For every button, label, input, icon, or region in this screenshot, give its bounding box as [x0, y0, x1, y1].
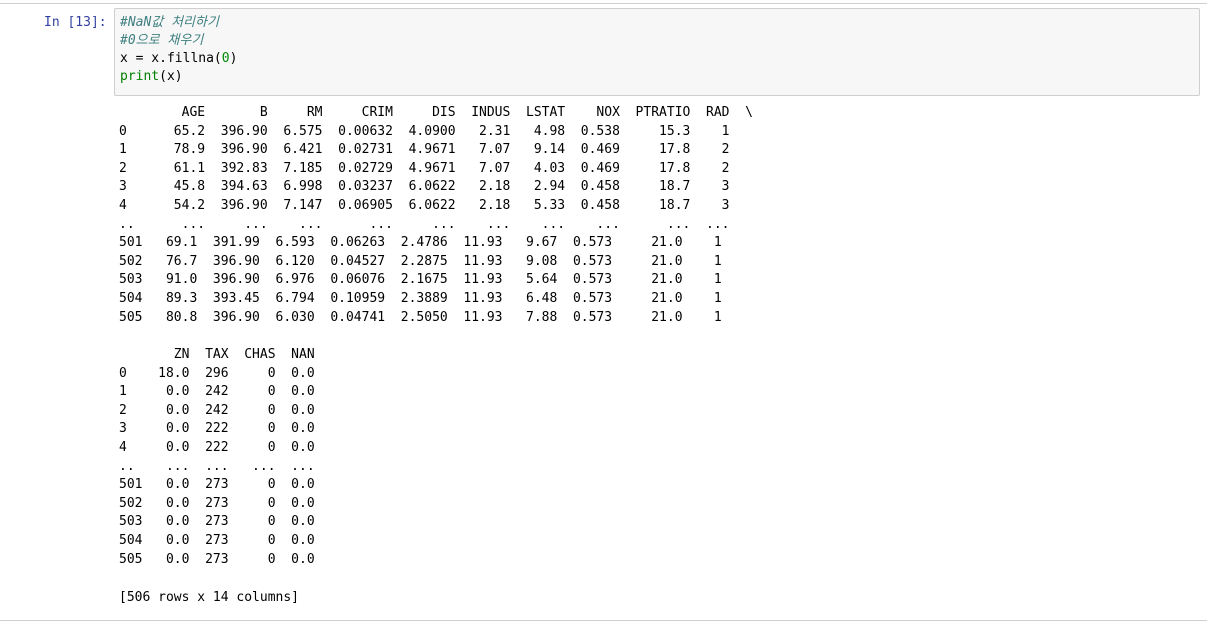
table-row: 2 61.1 392.83 7.185 0.02729 4.9671 7.07 … [119, 160, 730, 176]
table-row: 504 89.3 393.45 6.794 0.10959 2.3889 11.… [119, 291, 722, 306]
table-header: AGE B RM CRIM DIS INDUS LSTAT NOX PTRATI… [119, 105, 753, 120]
table-row: 502 76.7 396.90 6.120 0.04527 2.2875 11.… [119, 253, 722, 269]
table-header: ZN TAX CHAS NAN [119, 347, 315, 362]
code-text: x = x.fillna( [120, 51, 222, 66]
table-row: 505 0.0 273 0 0.0 [119, 551, 315, 567]
table-row: 503 91.0 396.90 6.976 0.06076 2.1675 11.… [119, 272, 722, 288]
table-row: 3 0.0 222 0 0.0 [119, 421, 315, 437]
table-row: 502 0.0 273 0 0.0 [119, 495, 315, 511]
table-row: 504 0.0 273 0 0.0 [119, 533, 315, 548]
table-row: 4 0.0 222 0 0.0 [119, 440, 315, 455]
table-row: 1 0.0 242 0 0.0 [119, 384, 315, 400]
table-row: 1 78.9 396.90 6.421 0.02731 4.9671 7.07 … [119, 142, 730, 158]
table-row: 501 69.1 391.99 6.593 0.06263 2.4786 11.… [119, 235, 722, 251]
table-row: 0 65.2 396.90 6.575 0.00632 4.0900 2.31 … [119, 123, 730, 139]
table-row: 501 0.0 273 0 0.0 [119, 477, 315, 493]
table-row: 4 54.2 396.90 7.147 0.06905 6.0622 2.18 … [119, 198, 730, 213]
code-text: ) [229, 51, 238, 66]
row-count-summary: [506 rows x 14 columns] [119, 590, 300, 605]
code-line-fillna: x = x.fillna(0) [120, 50, 237, 68]
table-row: 0 18.0 296 0 0.0 [119, 365, 315, 381]
bottom-divider [0, 620, 1207, 621]
code-input-area[interactable]: #NaN값 처리하기 #0으로 채우기 x = x.fillna(0) prin… [114, 8, 1200, 96]
input-prompt: In [13]: [44, 15, 107, 30]
code-line-print: print(x) [120, 68, 183, 86]
table-row-ellipsis: .. ... ... ... ... ... ... ... ... ... .… [119, 216, 730, 232]
code-builtin: print [120, 69, 160, 84]
code-comment-line: #0으로 채우기 [120, 33, 204, 48]
table-row: 505 80.8 396.90 6.030 0.04741 2.5050 11.… [119, 309, 722, 325]
code-text: (x) [159, 69, 183, 84]
code-comment-line: #NaN값 처리하기 [120, 15, 219, 30]
top-divider [0, 3, 1207, 4]
table-row: 2 0.0 242 0 0.0 [119, 402, 315, 418]
table-row: 503 0.0 273 0 0.0 [119, 514, 315, 530]
table-row: 3 45.8 394.63 6.998 0.03237 6.0622 2.18 … [119, 179, 730, 195]
code-number: 0 [221, 51, 230, 66]
table-row-ellipsis: .. ... ... ... ... [119, 458, 315, 474]
